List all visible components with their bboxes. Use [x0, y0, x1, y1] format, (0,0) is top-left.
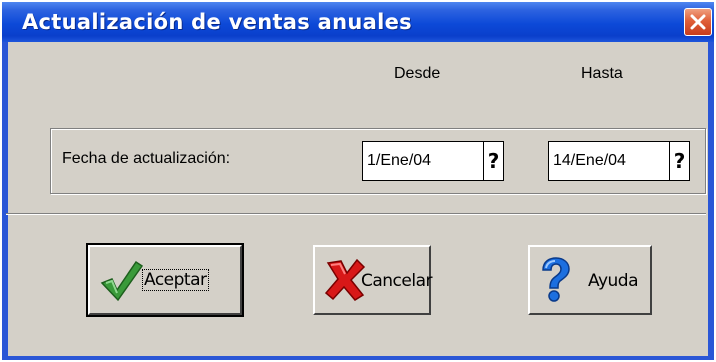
to-column-header: Hasta: [581, 65, 623, 82]
from-date-picker-button[interactable]: ?: [484, 141, 504, 181]
close-icon: [690, 14, 706, 30]
from-column-header: Desde: [394, 65, 441, 82]
separator-line: [6, 213, 706, 215]
from-date-field[interactable]: 1/Ene/04: [362, 141, 484, 181]
title-bar[interactable]: Actualización de ventas anuales: [2, 2, 714, 42]
close-button[interactable]: [684, 8, 712, 36]
cancel-button-label: Cancelar: [361, 271, 433, 291]
cancel-button[interactable]: Cancelar: [313, 245, 433, 315]
checkmark-icon: [100, 260, 144, 302]
accept-button[interactable]: Aceptar: [86, 243, 244, 317]
help-button-label: Ayuda: [588, 271, 639, 291]
to-date-field[interactable]: 14/Ene/04: [548, 141, 670, 181]
update-date-label: Fecha de actualización:: [62, 150, 231, 167]
question-mark-icon: [542, 257, 570, 302]
accept-button-label: Aceptar: [142, 269, 209, 291]
window-title: Actualización de ventas anuales: [22, 10, 412, 34]
help-button[interactable]: Ayuda: [528, 245, 652, 315]
to-date-picker-button[interactable]: ?: [670, 141, 690, 181]
